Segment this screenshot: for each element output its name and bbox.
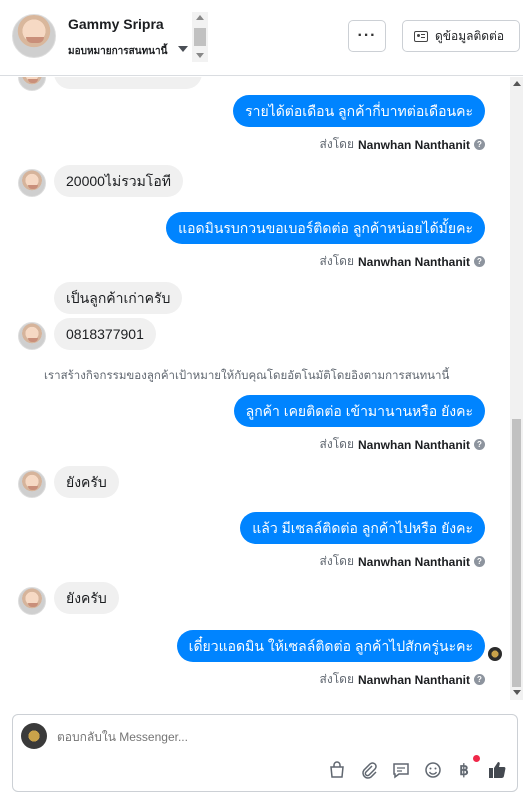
view-contact-button[interactable]: ดูข้อมูลติดต่อ — [402, 20, 520, 52]
scroll-thumb[interactable] — [194, 28, 206, 46]
info-icon[interactable]: ? — [474, 439, 485, 450]
outgoing-message[interactable]: ลูกค้า เคยติดต่อ เข้ามานานหรือ ยังคะ — [233, 395, 485, 427]
outgoing-message[interactable]: เดี๋ยวแอดมิน ให้เซลล์ติดต่อ ลูกค้าไปสักค… — [176, 630, 485, 662]
info-icon[interactable]: ? — [474, 139, 485, 150]
more-options-button[interactable]: ··· — [348, 20, 386, 52]
incoming-message[interactable]: ยังครับ — [54, 582, 119, 614]
scroll-up-arrow-icon[interactable] — [513, 81, 521, 86]
reply-input[interactable] — [57, 730, 357, 744]
outgoing-message[interactable]: แล้ว มีเซลล์ติดต่อ ลูกค้าไปหรือ ยังคะ — [240, 512, 485, 544]
conversation-header: Gammy Sripra มอบหมายการสนทนานี้ ··· ดูข้… — [0, 0, 523, 76]
customer-avatar-small — [18, 169, 46, 197]
scroll-down-arrow-icon[interactable] — [513, 690, 521, 695]
customer-avatar-small — [18, 322, 46, 350]
incoming-message[interactable]: เป็นลูกค้าเก่าครับ — [54, 282, 183, 314]
sent-by-label: ส่งโดย Nanwhan Nanthanit? — [320, 435, 485, 454]
incoming-message[interactable]: 0818377901 — [54, 318, 156, 350]
incoming-message[interactable]: 20000ไม่รวมโอที — [54, 165, 183, 197]
message-bubble-partial — [54, 77, 202, 89]
sent-by-label: ส่งโดย Nanwhan Nanthanit? — [320, 135, 485, 154]
reply-composer: ฿ — [12, 714, 518, 792]
sent-by-label: ส่งโดย Nanwhan Nanthanit? — [320, 670, 485, 689]
saved-reply-icon[interactable] — [390, 759, 412, 781]
customer-name[interactable]: Gammy Sripra — [68, 16, 164, 32]
customer-avatar[interactable] — [12, 14, 56, 58]
header-scrollbar[interactable] — [192, 12, 208, 62]
thumbs-up-icon[interactable] — [486, 759, 508, 781]
assign-conversation-dropdown[interactable]: มอบหมายการสนทนานี้ — [68, 44, 167, 59]
customer-avatar-small — [18, 470, 46, 498]
outgoing-message[interactable]: แอดมินรบกวนขอเบอร์ติดต่อ ลูกค้าหน่อยได้ม… — [166, 212, 485, 244]
notification-dot — [473, 755, 480, 762]
sent-by-label: ส่งโดย Nanwhan Nanthanit? — [320, 552, 485, 571]
view-contact-label: ดูข้อมูลติดต่อ — [435, 28, 505, 43]
incoming-message[interactable]: ยังครับ — [54, 466, 119, 498]
thread-scrollbar[interactable] — [510, 77, 523, 700]
system-notice: เราสร้างกิจกรรมของลูกค้าเป้าหมายให้กับคุ… — [44, 370, 450, 382]
scroll-down-arrow-icon[interactable] — [196, 53, 204, 58]
scroll-up-arrow-icon[interactable] — [196, 15, 204, 20]
customer-avatar-small — [18, 587, 46, 615]
page-avatar — [21, 723, 47, 749]
info-icon[interactable]: ? — [474, 556, 485, 567]
contact-card-icon — [414, 30, 428, 42]
outgoing-message[interactable]: รายได้ต่อเดือน ลูกค้ากี่บาทต่อเดือนคะ — [233, 95, 485, 127]
sent-by-label: ส่งโดย Nanwhan Nanthanit? — [320, 252, 485, 271]
message-thread[interactable]: รายได้ต่อเดือน ลูกค้ากี่บาทต่อเดือนคะ ส่… — [0, 77, 510, 700]
paperclip-icon[interactable] — [358, 759, 380, 781]
shopping-bag-icon[interactable] — [326, 759, 348, 781]
scroll-thumb[interactable] — [512, 419, 521, 687]
info-icon[interactable]: ? — [474, 256, 485, 267]
customer-avatar-small — [18, 77, 46, 91]
info-icon[interactable]: ? — [474, 674, 485, 685]
seen-indicator-avatar — [488, 647, 502, 661]
caret-down-icon[interactable] — [178, 46, 188, 52]
baht-payment-icon[interactable]: ฿ — [453, 759, 475, 781]
emoji-icon[interactable] — [422, 759, 444, 781]
